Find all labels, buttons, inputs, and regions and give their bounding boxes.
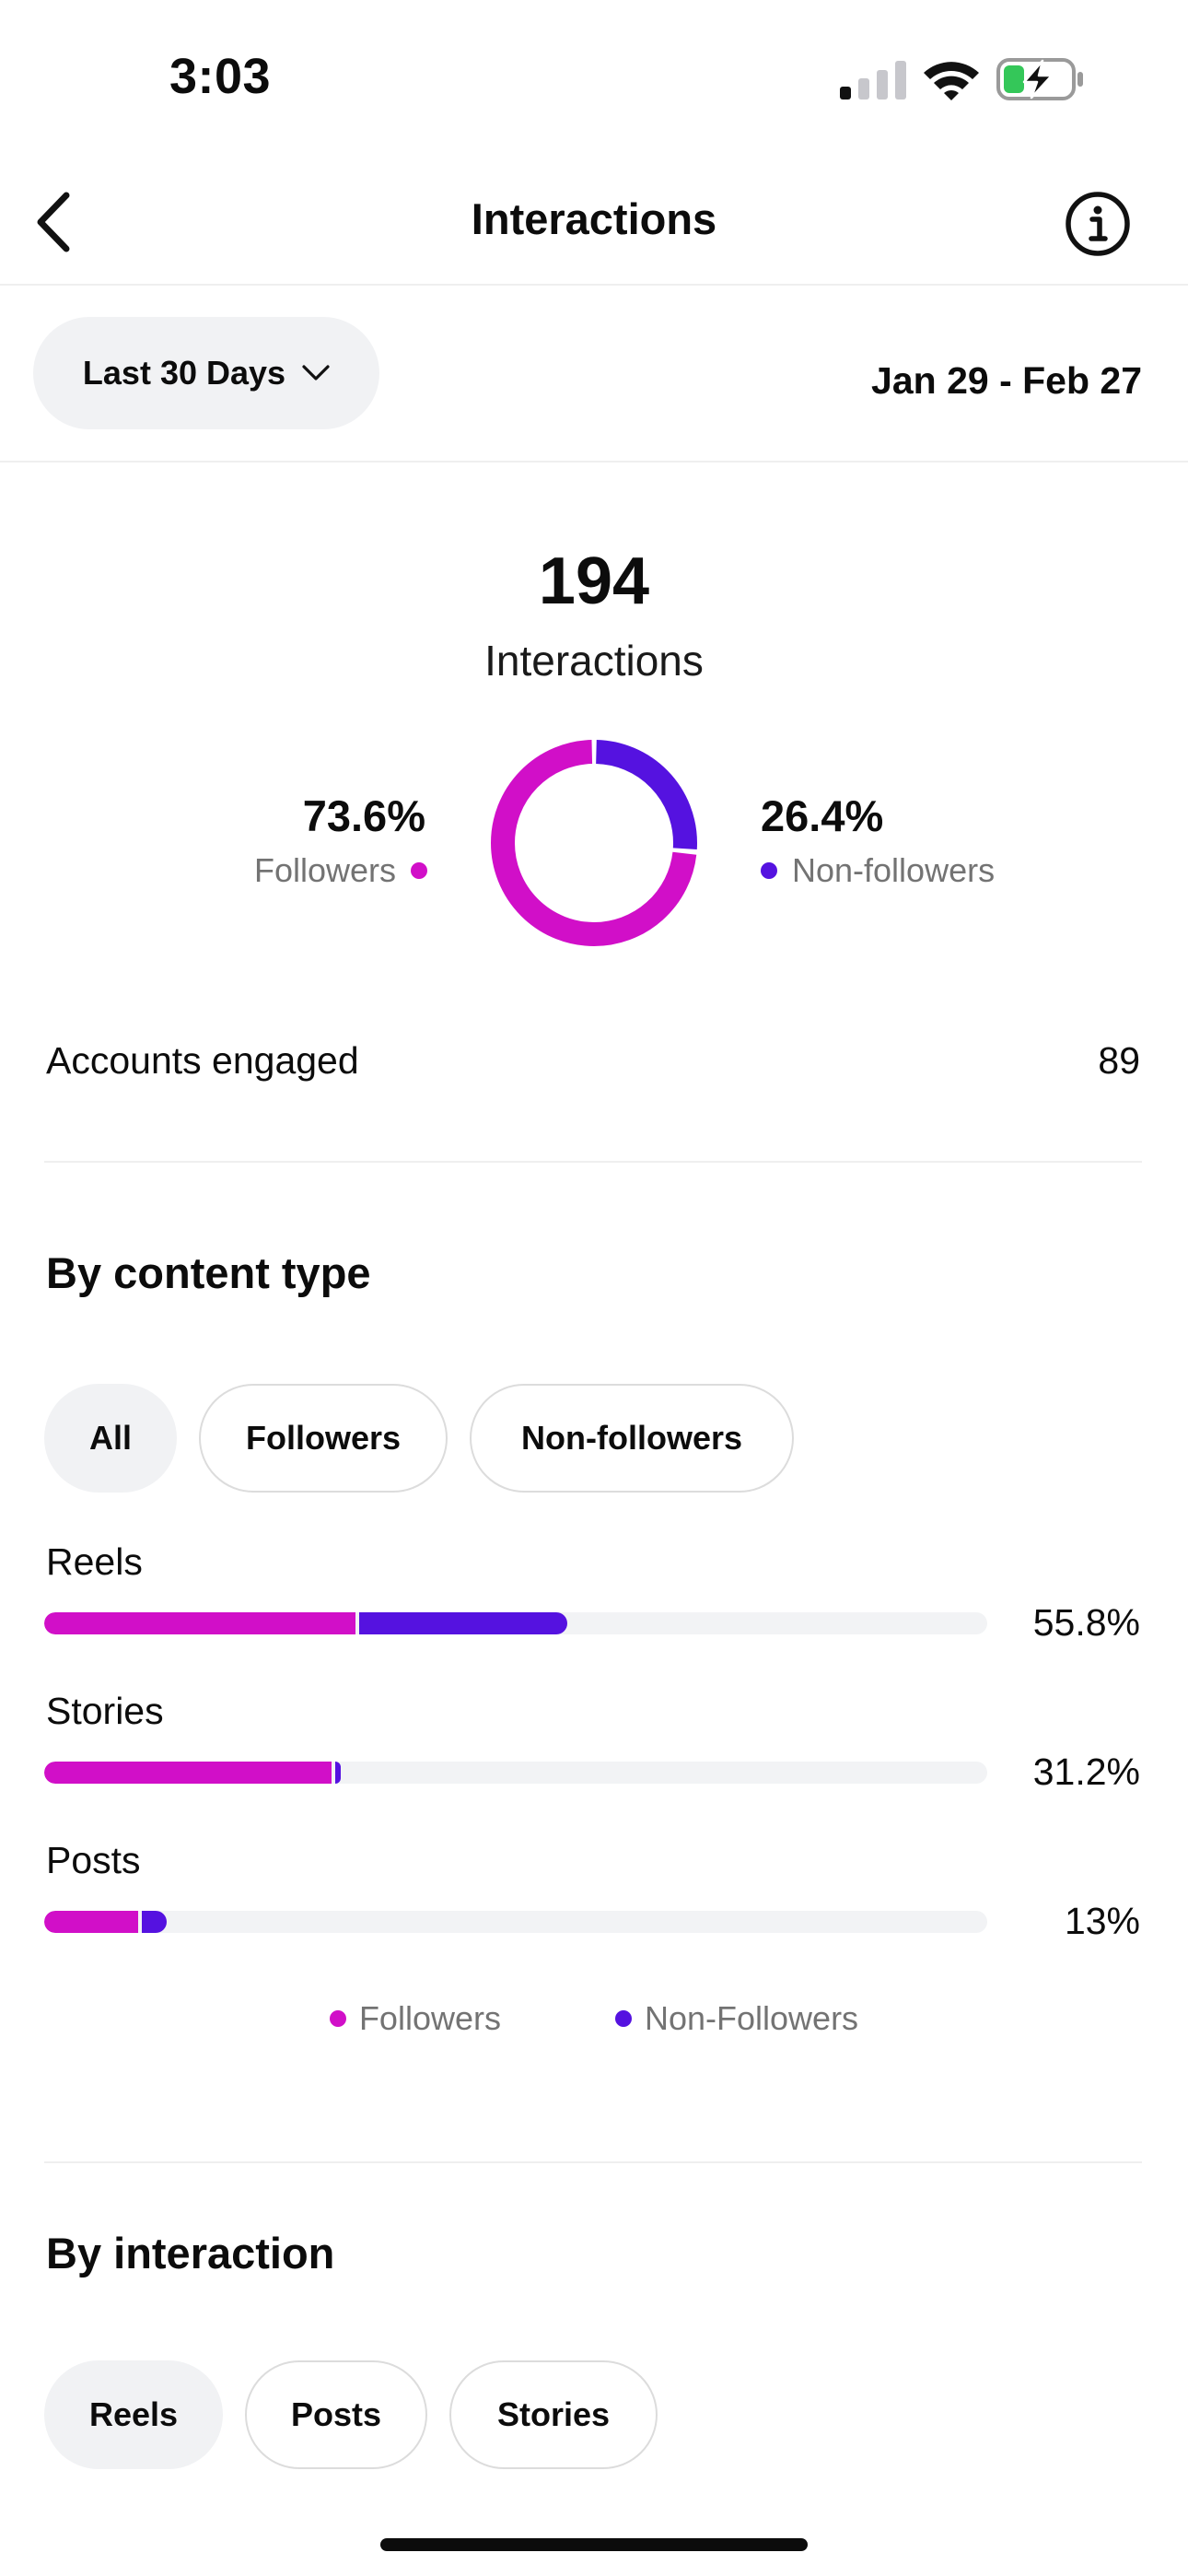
non-followers-legend-label: Non-followers (792, 851, 996, 889)
non-followers-segment (142, 1911, 168, 1933)
header-divider (0, 284, 1188, 286)
period-selector-label: Last 30 Days (82, 354, 286, 392)
non-followers-dot (614, 2010, 632, 2027)
interactions-label: Interactions (484, 637, 704, 685)
tab-posts[interactable]: Posts (245, 2360, 427, 2469)
content-row-label-posts: Posts (46, 1839, 141, 1881)
filter-chip-all[interactable]: All (44, 1384, 177, 1493)
interactions-total: 194 (538, 544, 650, 618)
by-interaction-title: By interaction (46, 2229, 335, 2277)
legend-item-followers: Followers (329, 1999, 501, 2038)
section-divider (44, 1161, 1142, 1163)
accounts-engaged-label: Accounts engaged (46, 1039, 359, 1082)
legend-item-non-followers: Non-Followers (614, 1999, 859, 2038)
filter-chip-non-followers[interactable]: Non-followers (470, 1384, 794, 1493)
content-bar-stories (44, 1762, 987, 1784)
period-selector[interactable]: Last 30 Days (33, 317, 379, 429)
followers-donut-chart (491, 740, 697, 946)
date-range: Jan 29 - Feb 27 (871, 359, 1142, 402)
content-row-label-reels: Reels (46, 1540, 143, 1583)
tab-stories[interactable]: Stories (449, 2360, 658, 2469)
non-followers-percent: 26.4% (761, 791, 884, 840)
content-row-label-stories: Stories (46, 1690, 164, 1732)
page-title: Interactions (471, 194, 717, 243)
followers-segment (44, 1612, 355, 1634)
tab-reels[interactable]: Reels (44, 2360, 223, 2469)
content-bar-reels (44, 1612, 987, 1634)
followers-dot (411, 862, 427, 879)
period-divider (0, 461, 1188, 463)
content-bar-posts (44, 1911, 987, 1933)
followers-legend: Followers (254, 851, 427, 890)
legend-label-non-followers: Non-Followers (644, 1999, 859, 2037)
non-followers-segment (358, 1612, 568, 1634)
chevron-down-icon (302, 365, 330, 381)
followers-percent: 73.6% (302, 791, 425, 840)
section-divider (44, 2161, 1142, 2163)
content-type-title: By content type (46, 1248, 371, 1297)
followers-legend-label: Followers (253, 851, 396, 889)
followers-segment (44, 1762, 332, 1784)
content-row-percent-reels: 55.8% (1032, 1601, 1140, 1644)
status-time: 3:03 (169, 49, 272, 104)
home-indicator (380, 2538, 808, 2551)
non-followers-dot (761, 862, 777, 879)
non-followers-segment (335, 1762, 342, 1784)
legend-label-followers: Followers (358, 1999, 501, 2037)
content-row-percent-stories: 31.2% (1032, 1751, 1140, 1793)
cellular-signal-icon (840, 61, 906, 100)
followers-dot (329, 2010, 346, 2027)
non-followers-legend: Non-followers (761, 851, 995, 890)
accounts-engaged-value: 89 (1098, 1039, 1140, 1082)
battery-charging-icon (996, 58, 1083, 100)
content-row-percent-posts: 13% (1064, 1900, 1140, 1942)
filter-chip-followers[interactable]: Followers (199, 1384, 448, 1493)
info-icon[interactable] (1064, 190, 1132, 258)
content-type-legend: Followers Non-Followers (0, 1999, 1188, 2038)
followers-segment (44, 1911, 139, 1933)
wifi-icon (924, 62, 979, 100)
